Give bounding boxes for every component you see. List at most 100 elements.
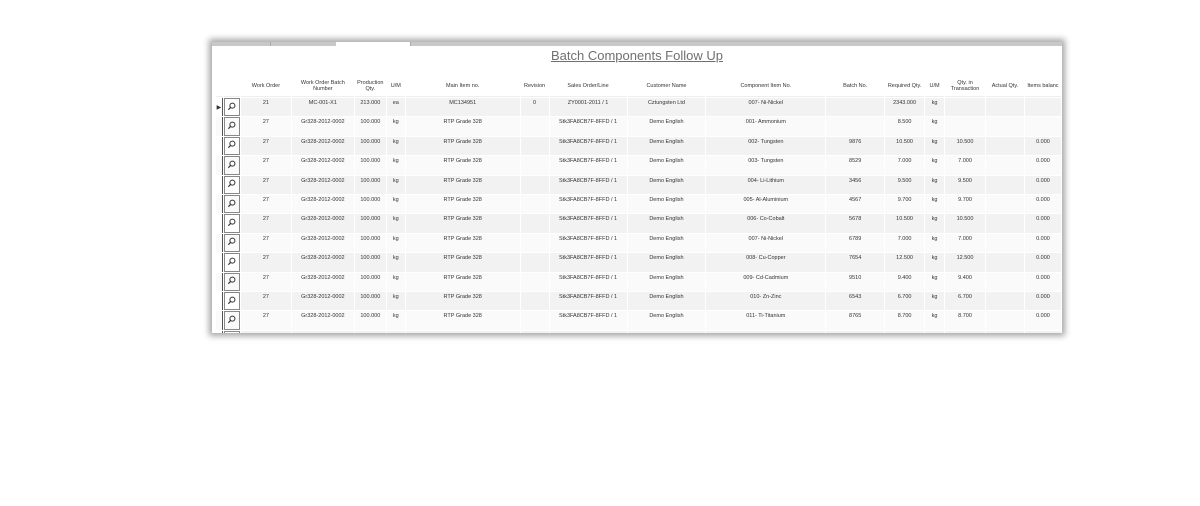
row-selector[interactable] bbox=[216, 117, 223, 136]
table-cell[interactable]: kg bbox=[386, 136, 405, 156]
row-search-button[interactable] bbox=[223, 194, 240, 214]
table-cell[interactable]: 27 bbox=[240, 175, 291, 194]
table-cell[interactable] bbox=[986, 233, 1024, 253]
table-cell[interactable]: RTP Grade 328 bbox=[405, 156, 520, 175]
table-row[interactable]: 27 Gr328-2012-0002 100.000 kg RTP Grade 328 S… bbox=[216, 291, 1061, 311]
column-header[interactable]: U/M bbox=[925, 76, 945, 97]
table-cell[interactable] bbox=[520, 311, 549, 330]
column-header[interactable]: Batch No. bbox=[826, 76, 885, 97]
table-cell[interactable]: Demo English bbox=[627, 175, 706, 194]
table-cell[interactable]: Stk3FA8CB7F-8FFD / 1 bbox=[549, 214, 627, 233]
table-cell[interactable]: 9.700 bbox=[945, 194, 985, 214]
table-cell[interactable]: 27 bbox=[240, 253, 291, 272]
table-cell[interactable]: kg bbox=[386, 233, 405, 253]
row-selector[interactable] bbox=[216, 311, 223, 330]
column-header[interactable]: Work Order Batch Number bbox=[291, 76, 354, 97]
table-cell[interactable] bbox=[826, 98, 885, 117]
table-cell[interactable]: 10.500 bbox=[945, 214, 985, 233]
table-cell[interactable] bbox=[986, 291, 1024, 311]
table-cell[interactable]: kg bbox=[386, 291, 405, 311]
table-cell[interactable]: RTP Grade 328 bbox=[405, 117, 520, 136]
table-cell[interactable]: 27 bbox=[240, 233, 291, 253]
table-cell[interactable]: Demo English bbox=[627, 214, 706, 233]
table-cell[interactable]: Demo English bbox=[627, 156, 706, 175]
table-cell[interactable]: Gr328-2012-0002 bbox=[291, 291, 354, 311]
table-cell[interactable]: 100.000 bbox=[354, 175, 386, 194]
table-cell[interactable]: 27 bbox=[240, 272, 291, 291]
table-cell[interactable]: 8.700 bbox=[885, 311, 925, 330]
table-row[interactable]: 27 Gr328-2012-0002 100.000 kg RTP Grade 328 S… bbox=[216, 156, 1061, 175]
table-cell[interactable] bbox=[520, 156, 549, 175]
table-cell[interactable]: MC-001-X1 bbox=[291, 98, 354, 117]
row-selector[interactable] bbox=[216, 330, 223, 333]
table-cell[interactable]: kg bbox=[386, 117, 405, 136]
column-header[interactable]: U/M bbox=[386, 76, 405, 97]
table-cell[interactable] bbox=[986, 117, 1024, 136]
table-cell[interactable]: 100.000 bbox=[354, 233, 386, 253]
table-cell[interactable]: Demo English bbox=[627, 253, 706, 272]
table-cell[interactable] bbox=[945, 117, 985, 136]
table-cell[interactable]: 003- Tungsten bbox=[706, 156, 826, 175]
row-selector[interactable]: ▶ bbox=[216, 98, 223, 117]
table-cell[interactable] bbox=[520, 272, 549, 291]
table-cell[interactable]: Gr328-2012-0002 bbox=[291, 311, 354, 330]
table-cell[interactable]: 0.000 bbox=[1024, 330, 1061, 333]
table-cell[interactable]: kg bbox=[925, 291, 945, 311]
row-selector[interactable] bbox=[216, 253, 223, 272]
table-cell[interactable]: 7654 bbox=[826, 253, 885, 272]
table-cell[interactable]: kg bbox=[386, 156, 405, 175]
table-row[interactable]: 27 Gr328-2012-0002 100.000 kg RTP Grade 328 S… bbox=[216, 311, 1061, 330]
table-cell[interactable] bbox=[986, 98, 1024, 117]
table-cell[interactable]: Stk3FA8CB7F-8FFD / 1 bbox=[549, 117, 627, 136]
table-cell[interactable]: kg bbox=[925, 136, 945, 156]
table-cell[interactable]: RTP Grade 328 bbox=[405, 175, 520, 194]
column-header[interactable]: Actual Qty. bbox=[986, 76, 1024, 97]
table-cell[interactable]: Stk3FA8CB7F-8FFD / 1 bbox=[549, 175, 627, 194]
table-cell[interactable]: 100.000 bbox=[354, 272, 386, 291]
table-cell[interactable]: Gr328-2012-0002 bbox=[291, 253, 354, 272]
row-search-button[interactable] bbox=[223, 330, 240, 333]
table-cell[interactable]: Stk3FA8CB7F-8FFD / 1 bbox=[549, 272, 627, 291]
column-header[interactable]: Revision bbox=[520, 76, 549, 97]
table-cell[interactable]: ea bbox=[386, 98, 405, 117]
table-row[interactable]: 27 Gr328-2012-0002 100.000 kg RTP Grade 328 S… bbox=[216, 117, 1061, 136]
table-cell[interactable]: Demo English bbox=[627, 136, 706, 156]
row-search-button[interactable] bbox=[223, 98, 240, 117]
table-cell[interactable]: Demo English bbox=[627, 194, 706, 214]
table-cell[interactable] bbox=[1024, 98, 1061, 117]
table-cell[interactable]: Demo English bbox=[627, 291, 706, 311]
row-selector[interactable] bbox=[216, 194, 223, 214]
row-selector[interactable] bbox=[216, 233, 223, 253]
table-cell[interactable]: Gr328-2012-0002 bbox=[291, 136, 354, 156]
table-cell[interactable]: kg bbox=[386, 214, 405, 233]
table-cell[interactable]: 8529 bbox=[826, 156, 885, 175]
table-cell[interactable]: Gr328-2012-0003 bbox=[291, 330, 354, 333]
row-selector[interactable] bbox=[216, 156, 223, 175]
table-cell[interactable]: 6.700 bbox=[945, 291, 985, 311]
table-cell[interactable]: kg bbox=[386, 311, 405, 330]
table-cell[interactable]: 100.000 bbox=[354, 330, 386, 333]
table-cell[interactable]: 100.000 bbox=[354, 117, 386, 136]
table-cell[interactable]: RTP Grade 328 bbox=[405, 253, 520, 272]
table-cell[interactable]: 100.000 bbox=[354, 291, 386, 311]
table-cell[interactable]: 9.500 bbox=[885, 175, 925, 194]
table-cell[interactable]: 2343.000 bbox=[885, 98, 925, 117]
table-cell[interactable]: kg bbox=[925, 175, 945, 194]
column-header[interactable]: Items balanc bbox=[1024, 76, 1061, 97]
table-cell[interactable] bbox=[986, 330, 1024, 333]
table-row[interactable]: 27 Gr328-2012-0002 100.000 kg RTP Grade 328 S… bbox=[216, 136, 1061, 156]
table-cell[interactable]: 011- Ti-Titanium bbox=[706, 311, 826, 330]
table-cell[interactable]: 19.000 bbox=[885, 330, 925, 333]
table-cell[interactable]: Demo English bbox=[627, 311, 706, 330]
table-cell[interactable]: 0.000 bbox=[1024, 311, 1061, 330]
table-cell[interactable]: 27 bbox=[240, 117, 291, 136]
table-cell[interactable]: kg bbox=[925, 272, 945, 291]
table-cell[interactable]: 9.700 bbox=[885, 194, 925, 214]
table-cell[interactable]: kg bbox=[925, 194, 945, 214]
table-cell[interactable]: Cztungsten Ltd bbox=[627, 98, 706, 117]
row-search-button[interactable] bbox=[223, 272, 240, 291]
column-header[interactable]: Required Qty. bbox=[885, 76, 925, 97]
table-cell[interactable]: 213.000 bbox=[354, 98, 386, 117]
table-cell[interactable]: Stk3FA8CB7F-8FFD / 1 bbox=[549, 233, 627, 253]
table-cell[interactable]: 004- Li-Lithium bbox=[706, 175, 826, 194]
